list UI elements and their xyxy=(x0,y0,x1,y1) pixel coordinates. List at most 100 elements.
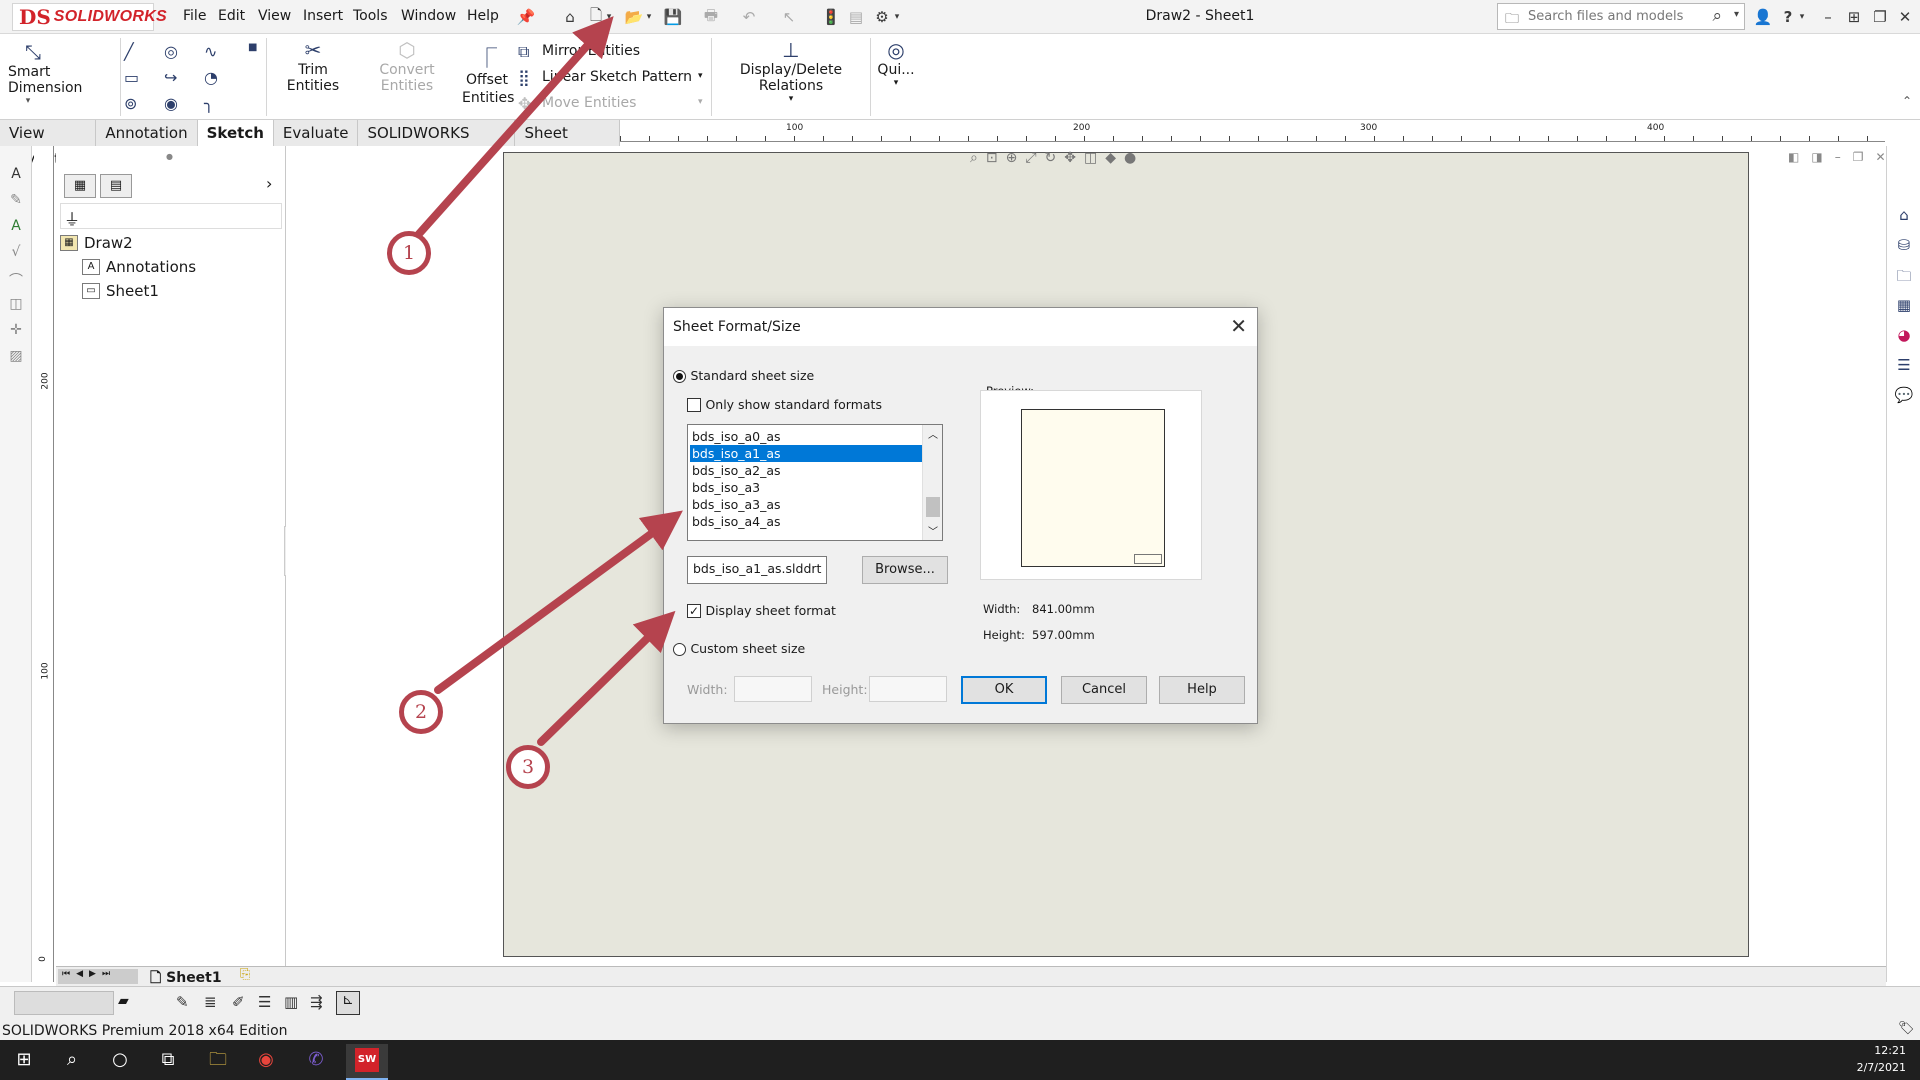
forum-icon[interactable]: 💬 xyxy=(1894,386,1914,406)
cortana-icon[interactable]: ○ xyxy=(108,1048,132,1072)
solidworks-taskbar-button[interactable]: SW xyxy=(346,1044,388,1080)
layer-icon[interactable]: ▰ xyxy=(118,993,129,1009)
menu-edit[interactable]: Edit xyxy=(218,8,245,24)
doc-minimize-icon[interactable]: – xyxy=(1835,150,1841,168)
tree-item-annotations[interactable]: A Annotations xyxy=(82,258,196,276)
taskbar-search-icon[interactable]: ⌕ xyxy=(60,1048,84,1072)
select-icon[interactable]: ↖ xyxy=(779,7,799,27)
search-input[interactable]: 🗀 Search files and models ⌕ ▾ xyxy=(1497,3,1745,30)
datum-icon[interactable]: ◫ xyxy=(7,296,25,314)
ellipse-icon[interactable]: ◉ xyxy=(164,94,178,113)
tab-addins[interactable]: SOLIDWORKS Add-Ins xyxy=(358,120,516,168)
pin-icon[interactable]: 📌 xyxy=(516,7,536,27)
line-icon[interactable]: ╱ xyxy=(124,42,134,61)
windows-start-icon[interactable]: ⊞ xyxy=(12,1048,36,1072)
new-dropdown-icon[interactable]: ▾ xyxy=(604,7,614,27)
tab-sketch[interactable]: Sketch xyxy=(197,120,274,146)
linear-pattern-dropdown-icon[interactable]: ▾ xyxy=(698,71,703,81)
snap-to-grid-icon[interactable]: ⊾ xyxy=(336,991,360,1015)
quick-snaps-button[interactable]: ◎ Qui... ▾ xyxy=(876,38,916,112)
menu-insert[interactable]: Insert xyxy=(303,8,343,24)
color-display-icon[interactable]: ⇶ xyxy=(310,993,323,1011)
slot-icon[interactable]: ⊚ xyxy=(124,94,137,113)
tab-view-layout[interactable]: View Layout xyxy=(0,120,97,168)
format-list[interactable]: bds_iso_a0_as bds_iso_a1_as bds_iso_a2_a… xyxy=(687,424,943,541)
quick-snaps-dropdown-icon[interactable]: ▾ xyxy=(876,78,916,88)
tile-icon[interactable]: ⊞ xyxy=(1844,7,1864,27)
view-palette-icon[interactable]: ▦ xyxy=(1894,296,1914,316)
custom-height-field[interactable] xyxy=(869,676,947,702)
menu-file[interactable]: File xyxy=(183,8,206,24)
dialog-close-icon[interactable]: ✕ xyxy=(1230,314,1247,338)
filter-icon[interactable]: ⏚ xyxy=(64,206,80,230)
format-list-item-selected[interactable]: bds_iso_a1_as xyxy=(690,445,922,462)
smart-dimension-button[interactable]: ⤡ Smart Dimension ▾ xyxy=(8,40,118,110)
hatch-icon[interactable]: ▨ xyxy=(7,348,25,366)
zoom-to-fit-icon[interactable]: ⌕ xyxy=(970,150,978,170)
open-icon[interactable]: 📂 xyxy=(624,7,644,27)
fillet-icon[interactable]: ╮ xyxy=(204,94,214,113)
pan-icon[interactable]: ✥ xyxy=(1064,150,1076,170)
zoom-selection-icon[interactable]: ⤢ xyxy=(1025,150,1036,170)
menu-window[interactable]: Window xyxy=(401,8,456,24)
spline-icon[interactable]: ∿ xyxy=(204,42,217,61)
tab-annotation[interactable]: Annotation xyxy=(96,120,198,146)
zoom-to-area-icon[interactable]: ⊡ xyxy=(986,150,998,170)
resources-home-icon[interactable]: ⌂ xyxy=(1894,206,1914,226)
status-message-icon[interactable]: 🏷 xyxy=(1898,1021,1915,1036)
rebuild-icon[interactable]: 🚦 xyxy=(821,7,841,27)
smart-dimension-dropdown-icon[interactable]: ▾ xyxy=(0,96,118,106)
next-window-icon[interactable]: ◨ xyxy=(1811,150,1822,168)
file-properties-icon[interactable]: ▤ xyxy=(846,7,866,27)
new-document-icon[interactable]: 🗋 xyxy=(586,6,606,27)
chevron-right-icon[interactable]: › xyxy=(266,174,272,193)
design-library-icon[interactable]: ⛁ xyxy=(1894,236,1914,256)
linear-pattern-label[interactable]: Linear Sketch Pattern xyxy=(542,69,692,85)
minimize-icon[interactable]: – xyxy=(1818,7,1838,27)
print-icon[interactable]: 🖶 xyxy=(701,6,721,27)
home-icon[interactable]: ⌂ xyxy=(560,7,580,27)
tree-root[interactable]: ▦ Draw2 xyxy=(60,234,133,252)
scroll-down-icon[interactable]: ﹀ xyxy=(928,523,938,538)
custom-properties-icon[interactable]: ☰ xyxy=(1894,356,1914,376)
add-sheet-icon[interactable]: ⎘ xyxy=(240,967,250,982)
list-scrollbar[interactable]: ︿ ﹀ xyxy=(922,425,942,540)
relations-dropdown-icon[interactable]: ▾ xyxy=(716,94,866,104)
scroll-up-icon[interactable]: ︿ xyxy=(928,426,938,441)
feature-tree-tab-icon[interactable]: ▦ xyxy=(64,174,96,198)
collapse-ribbon-icon[interactable]: ⌃ xyxy=(1902,94,1912,108)
options-dropdown-icon[interactable]: ▾ xyxy=(892,7,902,27)
rectangle-icon[interactable]: ▭ xyxy=(124,68,139,87)
move-entities-label[interactable]: Move Entities xyxy=(542,95,636,111)
prev-window-icon[interactable]: ◧ xyxy=(1788,150,1799,168)
chrome-icon[interactable]: ◉ xyxy=(254,1048,278,1072)
offset-entities-button[interactable]: ⎾ Offset Entities xyxy=(462,42,514,116)
help-dropdown-icon[interactable]: ▾ xyxy=(1797,7,1807,27)
move-dropdown-icon[interactable]: ▾ xyxy=(698,97,703,107)
layer-select[interactable] xyxy=(14,991,114,1015)
menu-help[interactable]: Help xyxy=(467,8,499,24)
surface-finish-icon[interactable]: √ xyxy=(7,244,25,262)
balloon-icon[interactable]: ✎ xyxy=(7,192,25,210)
sheet-nav-arrows-icon[interactable]: ⏮◀▶⏭ xyxy=(58,969,138,984)
solidworks-logo[interactable]: DS SOLIDWORKS xyxy=(12,3,167,31)
rotate-view-icon[interactable]: ↻ xyxy=(1045,150,1057,170)
custom-width-field[interactable] xyxy=(734,676,812,702)
viber-icon[interactable]: ✆ xyxy=(304,1048,328,1072)
arc-icon[interactable]: ↪ xyxy=(164,68,177,87)
options-gear-icon[interactable]: ⚙ xyxy=(872,7,892,27)
center-mark-icon[interactable]: ✛ xyxy=(7,322,25,340)
cancel-button[interactable]: Cancel xyxy=(1061,676,1147,704)
point-icon[interactable]: ■ xyxy=(248,42,257,53)
format-list-item[interactable]: bds_iso_a4_as xyxy=(690,513,922,530)
search-icon[interactable]: ⌕ xyxy=(1712,6,1722,26)
format-list-item[interactable]: bds_iso_a0_as xyxy=(690,428,922,445)
line-thickness-icon[interactable]: ≣ xyxy=(204,993,217,1011)
ok-button[interactable]: OK xyxy=(961,676,1047,704)
open-dropdown-icon[interactable]: ▾ xyxy=(644,7,654,27)
property-manager-tab-icon[interactable]: ▤ xyxy=(100,174,132,198)
save-icon[interactable]: 💾 xyxy=(663,7,683,27)
hide-show-edges-icon[interactable]: ▥ xyxy=(284,993,298,1011)
file-explorer-icon[interactable]: 🗀 xyxy=(1894,266,1914,286)
scroll-thumb[interactable] xyxy=(926,497,940,517)
